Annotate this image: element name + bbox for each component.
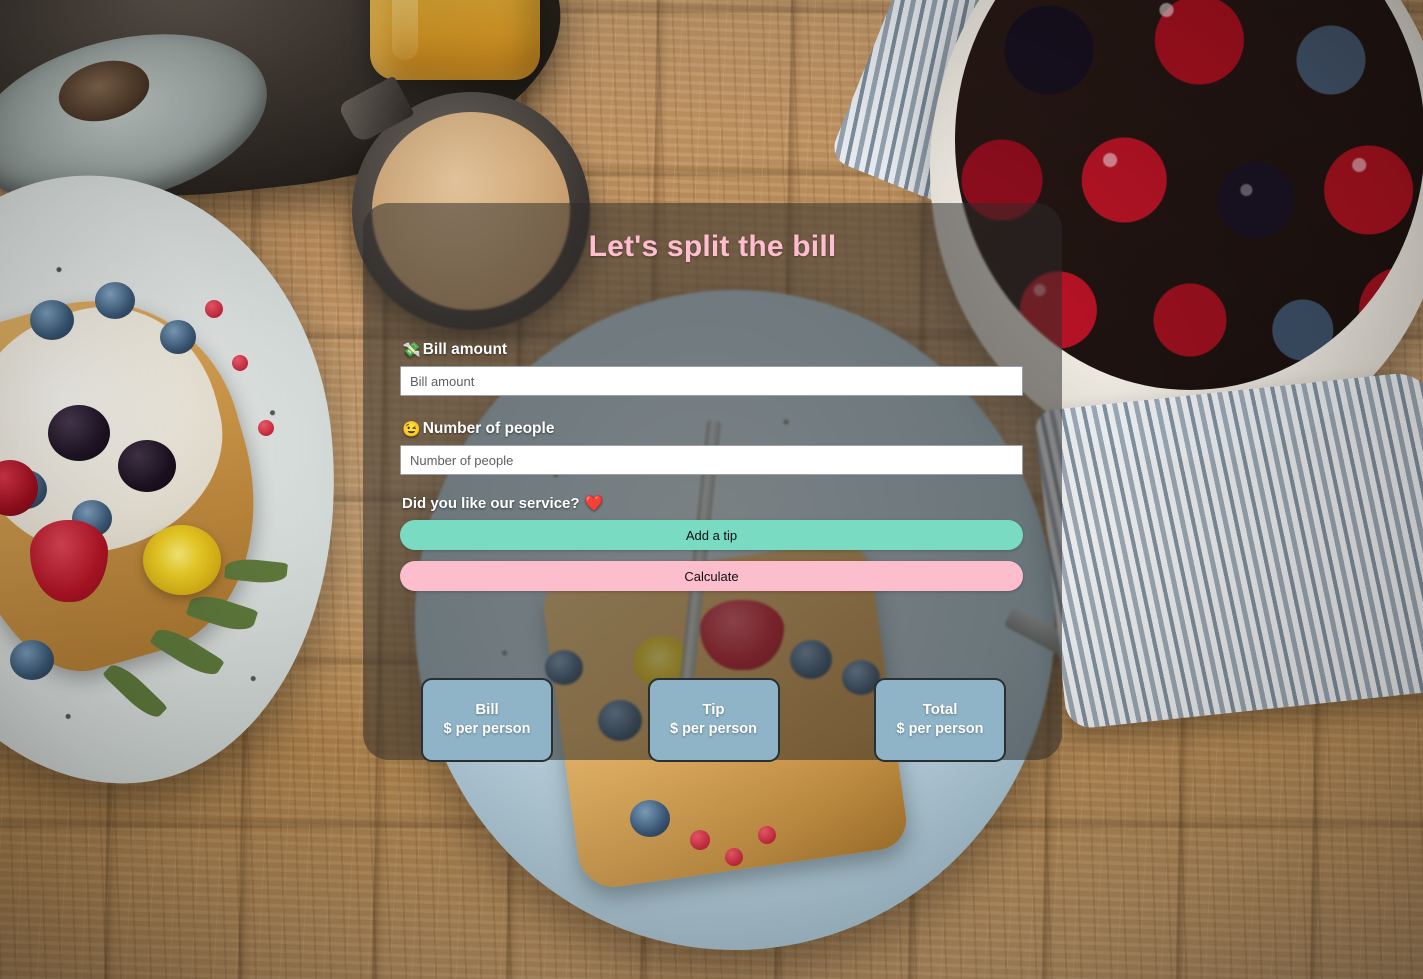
result-card-tip-title: Tip xyxy=(702,701,725,719)
bill-amount-input[interactable] xyxy=(400,366,1023,396)
result-card-total-title: Total xyxy=(922,701,958,719)
service-question-text: Did you like our service? xyxy=(402,494,580,512)
page-title: Let's split the bill xyxy=(588,230,837,263)
service-question: Did you like our service? ❤️ xyxy=(402,494,1023,513)
bill-splitter-form: 💸 Bill amount 😉 Number of people Did you… xyxy=(400,341,1023,591)
result-card-tip: Tip $ per person xyxy=(647,678,780,762)
red-heart-icon: ❤️ xyxy=(584,495,604,512)
result-card-tip-value: $ per person xyxy=(669,721,758,738)
number-of-people-label: 😉 Number of people xyxy=(402,420,1023,438)
result-card-total-value: $ per person xyxy=(896,721,984,738)
money-with-wings-icon: 💸 xyxy=(402,341,421,359)
result-card-total: Total $ per person xyxy=(874,678,1006,762)
bill-amount-label-text: Bill amount xyxy=(422,341,508,358)
result-card-bill-value: $ per person xyxy=(443,721,531,738)
result-card-bill-title: Bill xyxy=(475,701,499,719)
result-card-bill: Bill $ per person xyxy=(421,678,553,762)
number-of-people-input[interactable] xyxy=(400,445,1023,475)
bill-splitter-panel: Let's split the bill 💸 Bill amount 😉 Num… xyxy=(363,203,1062,762)
add-a-tip-button[interactable]: Add a tip xyxy=(400,520,1023,550)
calculate-button[interactable]: Calculate xyxy=(400,561,1023,591)
number-of-people-label-text: Number of people xyxy=(422,420,555,437)
results-row: Bill $ per person Tip $ per person Total… xyxy=(421,678,1006,762)
bill-amount-label: 💸 Bill amount xyxy=(402,341,1023,359)
winking-face-icon: 😉 xyxy=(402,420,421,438)
